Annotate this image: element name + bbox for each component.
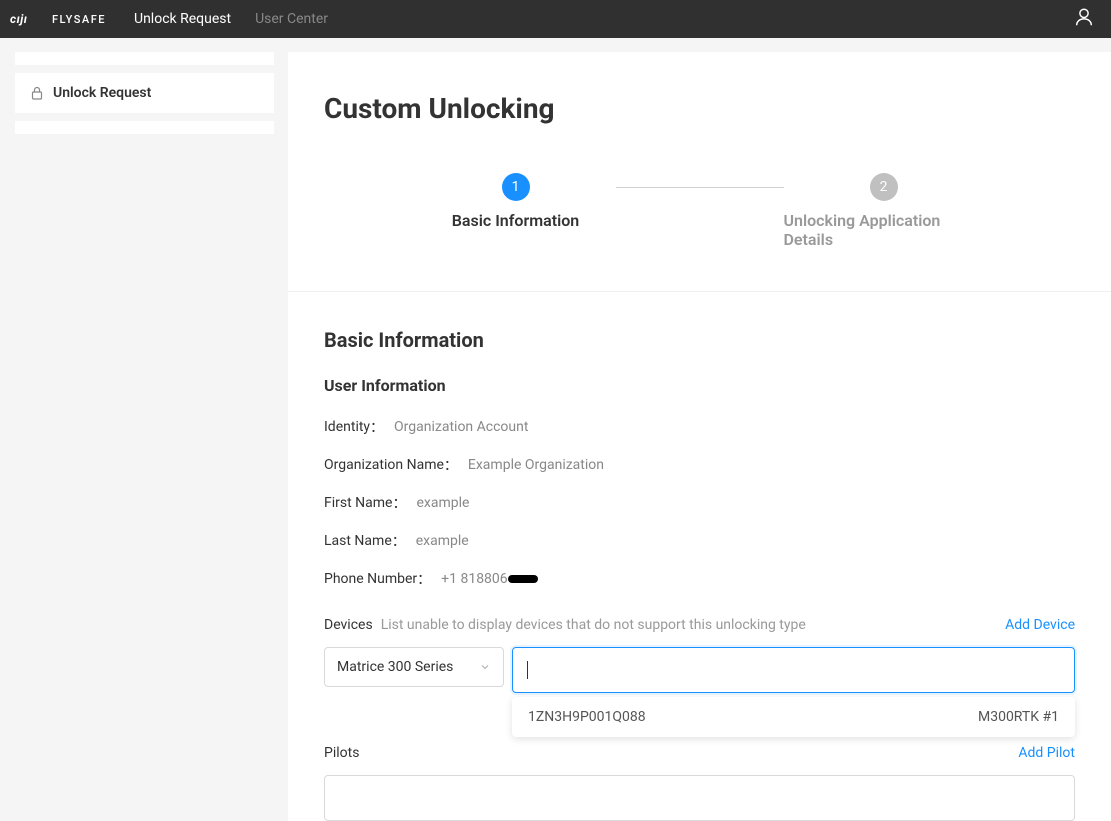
info-value: example — [416, 533, 469, 549]
device-series-select[interactable]: Matrice 300 Series — [324, 647, 504, 687]
phone-mask — [508, 575, 538, 583]
nav-user-center[interactable]: User Center — [255, 11, 328, 27]
step-line — [616, 187, 784, 188]
step-2-label: Unlocking Application Details — [784, 211, 984, 249]
phone-prefix: +1 818806 — [441, 571, 508, 587]
header-left: cıjı FLYSAFE Unlock Request User Center — [10, 11, 328, 27]
colon: ： — [392, 493, 406, 513]
user-icon[interactable] — [1073, 6, 1095, 32]
devices-header-left: Devices List unable to display devices t… — [324, 617, 806, 633]
section-title: Basic Information — [324, 328, 1075, 352]
lock-icon — [31, 86, 43, 100]
info-row-identity: Identity ： Organization Account — [324, 417, 1075, 437]
device-dropdown-item[interactable]: 1ZN3H9P001Q088 M300RTK #1 — [512, 697, 1075, 737]
info-label: First Name — [324, 495, 392, 511]
info-row-phone: Phone Number ： +1 818806 — [324, 569, 1075, 589]
chevron-down-icon — [479, 661, 491, 673]
info-label: Last Name — [324, 533, 392, 549]
device-serial: 1ZN3H9P001Q088 — [528, 709, 646, 725]
devices-header: Devices List unable to display devices t… — [324, 617, 1075, 633]
sidebar: Unlock Request — [0, 52, 274, 821]
info-value: Organization Account — [394, 419, 528, 435]
colon: ： — [392, 531, 406, 551]
step-1-label: Basic Information — [452, 211, 580, 230]
add-device-link[interactable]: Add Device — [1005, 617, 1075, 633]
sidebar-block-top — [15, 52, 274, 65]
user-info-title: User Information — [324, 376, 1075, 395]
device-series-value: Matrice 300 Series — [337, 659, 453, 675]
device-model: M300RTK #1 — [978, 709, 1059, 725]
info-row-last-name: Last Name ： example — [324, 531, 1075, 551]
info-label: Identity — [324, 419, 370, 435]
sidebar-item-label: Unlock Request — [53, 85, 151, 101]
step-1-circle: 1 — [502, 173, 530, 201]
pilots-input[interactable] — [324, 775, 1075, 821]
sidebar-item-unlock-request[interactable]: Unlock Request — [15, 73, 274, 113]
info-label: Organization Name — [324, 457, 444, 473]
main-content: Custom Unlocking 1 Basic Information 2 U… — [288, 52, 1111, 821]
devices-row: Matrice 300 Series 1ZN3H9P001Q088 M300RT… — [324, 647, 1075, 693]
colon: ： — [444, 455, 458, 475]
body-container: Unlock Request Custom Unlocking 1 Basic … — [0, 38, 1111, 821]
text-cursor — [527, 661, 528, 679]
info-value: +1 818806 — [441, 571, 538, 587]
pilots-section: Pilots Add Pilot — [324, 745, 1075, 821]
logo-sub: FLYSAFE — [52, 13, 106, 26]
device-serial-input[interactable] — [512, 647, 1075, 693]
colon: ： — [370, 417, 384, 437]
page-title: Custom Unlocking — [324, 92, 1075, 125]
info-value: Example Organization — [468, 457, 604, 473]
dji-logo-icon: cıjı — [10, 11, 46, 27]
step-2-circle: 2 — [870, 173, 898, 201]
info-label: Phone Number — [324, 571, 417, 587]
colon: ： — [417, 569, 431, 589]
nav-unlock-request[interactable]: Unlock Request — [134, 11, 231, 27]
info-row-first-name: First Name ： example — [324, 493, 1075, 513]
top-header: cıjı FLYSAFE Unlock Request User Center — [0, 0, 1111, 38]
devices-label: Devices — [324, 617, 373, 633]
section-divider — [288, 291, 1111, 292]
step-1: 1 Basic Information — [416, 173, 616, 230]
stepper: 1 Basic Information 2 Unlocking Applicat… — [324, 173, 1075, 249]
sidebar-block-bottom — [15, 121, 274, 134]
devices-hint: List unable to display devices that do n… — [381, 617, 806, 633]
step-2: 2 Unlocking Application Details — [784, 173, 984, 249]
info-value: example — [416, 495, 469, 511]
device-dropdown: 1ZN3H9P001Q088 M300RTK #1 — [512, 697, 1075, 737]
logo[interactable]: cıjı FLYSAFE — [10, 11, 106, 27]
svg-text:cıjı: cıjı — [10, 12, 27, 26]
nav-links: Unlock Request User Center — [134, 11, 328, 27]
info-row-org-name: Organization Name ： Example Organization — [324, 455, 1075, 475]
